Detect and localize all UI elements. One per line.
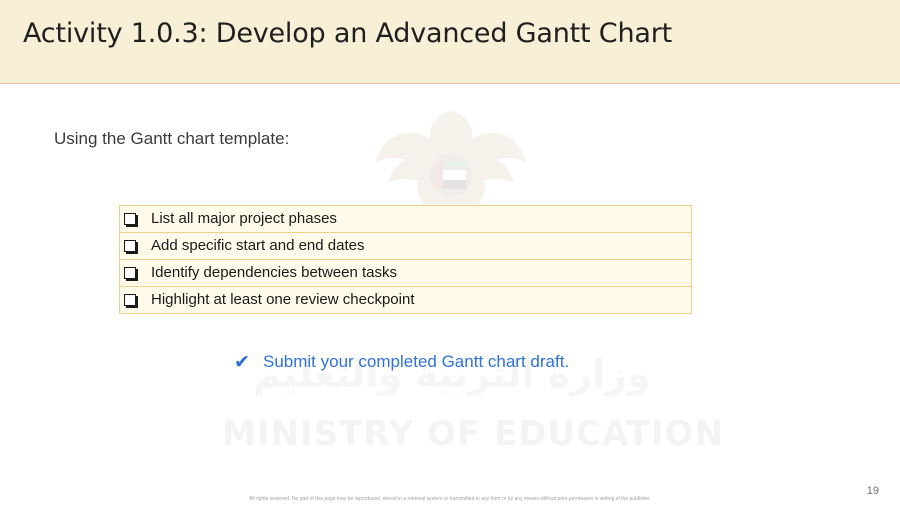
- uae-emblem-icon: [376, 111, 526, 204]
- checkbox-icon: [124, 294, 136, 306]
- watermark-english-text: MINISTRY OF EDUCATION: [222, 414, 724, 454]
- checkbox-icon: [124, 213, 136, 225]
- checkbox-icon: [124, 267, 136, 279]
- checklist-item-label: Highlight at least one review checkpoint: [151, 291, 415, 308]
- intro-text: Using the Gantt chart template:: [54, 129, 290, 148]
- submit-instruction-text: Submit your completed Gantt chart draft.: [263, 352, 570, 371]
- checkmark-icon: ✔: [234, 351, 250, 373]
- slide-header: Activity 1.0.3: Develop an Advanced Gant…: [0, 0, 900, 84]
- checklist-item-label: Add specific start and end dates: [151, 237, 365, 254]
- checklist-item-label: Identify dependencies between tasks: [151, 264, 397, 281]
- checklist-item: Identify dependencies between tasks: [120, 260, 691, 287]
- checklist-item: List all major project phases: [120, 206, 691, 233]
- checklist-item-label: List all major project phases: [151, 210, 337, 227]
- task-checklist: List all major project phases Add specif…: [119, 205, 692, 314]
- copyright-notice: All rights reserved. No part of this pag…: [249, 496, 651, 502]
- slide-title: Activity 1.0.3: Develop an Advanced Gant…: [23, 18, 672, 49]
- checklist-item: Add specific start and end dates: [120, 233, 691, 260]
- checkbox-icon: [124, 240, 136, 252]
- checklist-item: Highlight at least one review checkpoint: [120, 287, 691, 313]
